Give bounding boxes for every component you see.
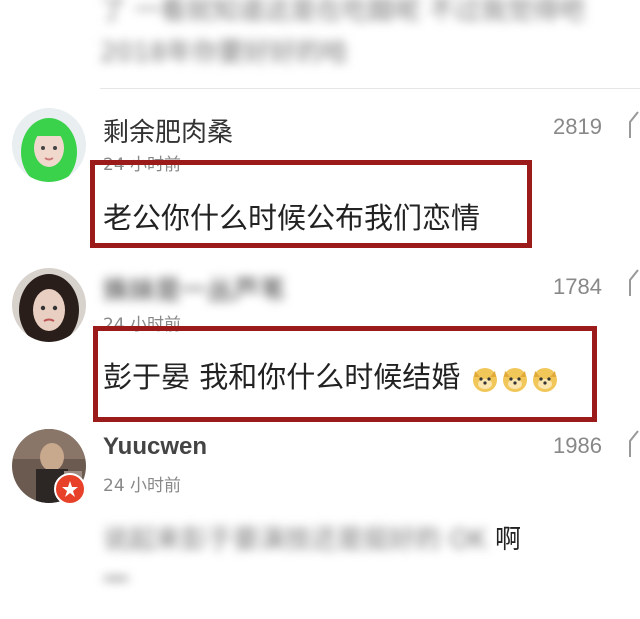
doge-emoji-icon [533,368,558,392]
comment-item: Yuucwen 24 小时前 1986 说起来彭于晏演技还是挺好的 OK 啊 一 [0,425,640,596]
previous-comment-text: 了 一看就知道这是在吃醋呢 不过我觉得吧 2018年你要好好的哈 [100,0,640,74]
like-count: 1986 [553,433,602,458]
comment-text: 说起来彭于晏演技还是挺好的 OK 啊 [103,519,521,556]
previous-comment-line2: 2018年你要好好的哈 [100,38,349,68]
comment-text-end: 啊 [495,525,522,555]
comment-text-blurred: 说起来彭于晏演技还是挺好的 OK [103,525,487,555]
avatar-image [12,268,86,342]
comment-item: 剩余肥肉桑 24 小时前 2819 老公你什么时候公布我们恋情 [0,100,640,265]
timestamp: 24 小时前 [103,476,182,496]
verified-badge-icon [54,473,86,505]
like-count: 1784 [553,274,602,299]
divider [100,88,640,89]
avatar-image [12,108,86,182]
avatar[interactable] [12,268,86,342]
like-count: 2819 [553,114,602,139]
avatar[interactable] [12,108,86,182]
comment-item: 姝妹是一丛芦苇 24 小时前 1784 彭于晏 我和你什么时候结婚 [0,262,640,427]
comment-text-content: 彭于晏 我和你什么时候结婚 [103,360,461,394]
thumbs-up-icon[interactable] [622,429,640,457]
username[interactable]: 姝妹是一丛芦苇 [103,270,285,307]
username[interactable]: 剩余肥肉桑 [103,112,233,149]
thumbs-up-icon[interactable] [622,110,640,138]
star-icon [62,481,78,497]
comment-text: 彭于晏 我和你什么时候结婚 [103,354,559,396]
previous-comment-line1: 了 一看就知道这是在吃醋呢 不过我觉得吧 [100,0,585,26]
comment-text-line2: 一 [103,566,130,596]
doge-emoji-icon [473,368,498,392]
comment-text: 老公你什么时候公布我们恋情 [103,201,481,235]
doge-emoji-icon [503,368,528,392]
thumbs-up-icon[interactable] [622,268,640,296]
username[interactable]: Yuucwen [103,433,207,461]
